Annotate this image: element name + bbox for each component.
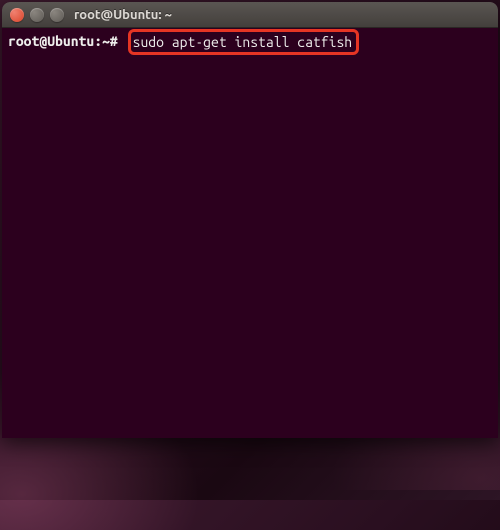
titlebar[interactable]: root@Ubuntu: ~ [2,2,498,28]
terminal-body[interactable]: root@Ubuntu:~# sudo apt-get install catf… [2,28,498,438]
shell-command: sudo apt-get install catfish [133,34,353,50]
close-icon[interactable] [10,8,24,22]
command-highlight: sudo apt-get install catfish [128,29,360,55]
minimize-icon[interactable] [30,8,44,22]
window-title: root@Ubuntu: ~ [74,8,172,22]
terminal-window: root@Ubuntu: ~ root@Ubuntu:~# sudo apt-g… [2,2,498,438]
prompt-line: root@Ubuntu:~# sudo apt-get install catf… [8,32,492,58]
shell-prompt: root@Ubuntu:~# [8,32,126,50]
window-controls [10,8,64,22]
maximize-icon[interactable] [50,8,64,22]
